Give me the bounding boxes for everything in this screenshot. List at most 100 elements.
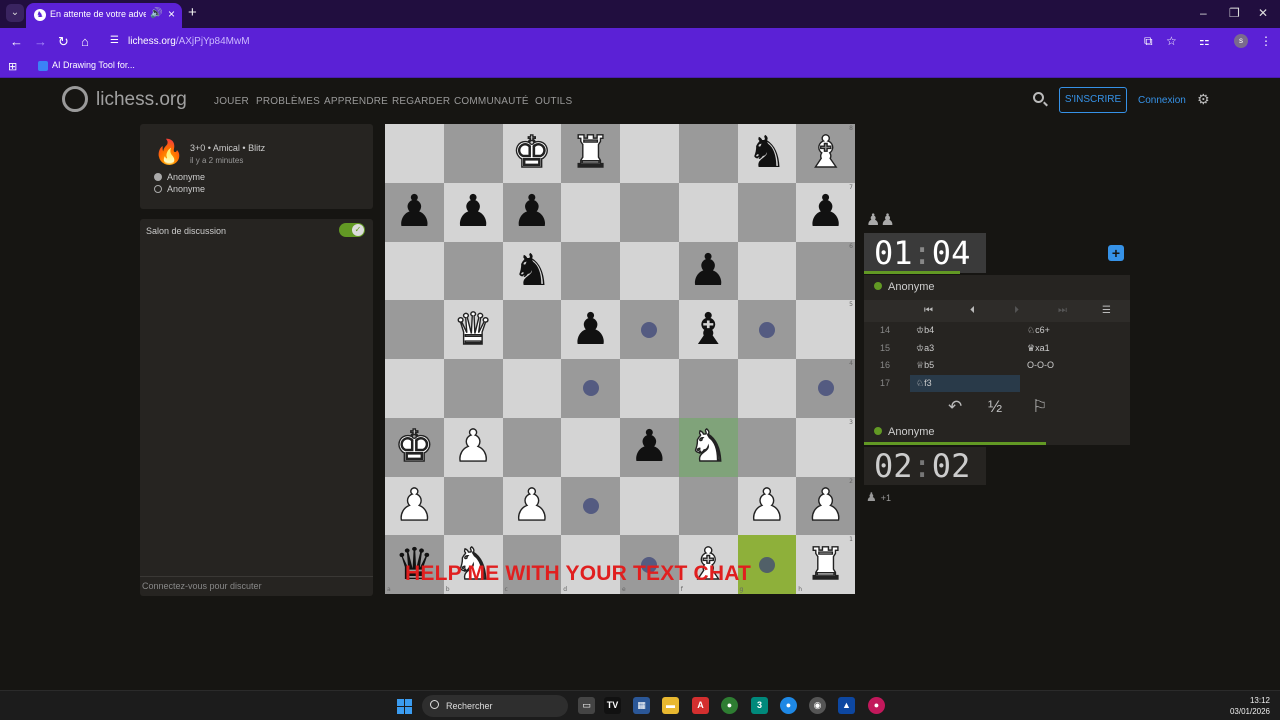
white-piece[interactable]: ♟ bbox=[394, 483, 435, 528]
resign-flag-icon[interactable]: ⚐ bbox=[1032, 397, 1047, 417]
square-b8[interactable] bbox=[443, 124, 503, 183]
taskbar-search[interactable]: Rechercher bbox=[422, 695, 568, 717]
home-icon[interactable]: ⌂ bbox=[81, 34, 89, 49]
square-b2[interactable] bbox=[443, 476, 503, 536]
black-piece[interactable]: ♞ bbox=[747, 131, 786, 175]
chat-input[interactable]: Connectez-vous pour discuter bbox=[140, 576, 373, 596]
square-b6[interactable] bbox=[443, 241, 503, 301]
bookmark-star-icon[interactable]: ☆ bbox=[1166, 34, 1177, 48]
white-piece[interactable]: ♚ bbox=[511, 130, 552, 175]
square-c2[interactable]: ♟ bbox=[502, 476, 562, 536]
nav-watch[interactable]: REGARDER bbox=[392, 96, 450, 107]
square-g3[interactable] bbox=[737, 417, 797, 477]
square-h7[interactable]: ♟ 7 bbox=[796, 182, 855, 242]
tradingview-icon[interactable]: TV bbox=[604, 697, 621, 714]
white-piece[interactable]: ♟ bbox=[805, 483, 846, 528]
profile-avatar[interactable]: s bbox=[1234, 34, 1248, 48]
nav-play[interactable]: JOUER bbox=[214, 96, 249, 107]
nav-tools[interactable]: OUTILS bbox=[535, 96, 572, 107]
player-top[interactable]: Anonyme bbox=[874, 281, 934, 293]
square-c7[interactable]: ♟ bbox=[502, 182, 562, 242]
photos-icon[interactable]: ▲ bbox=[838, 697, 855, 714]
new-tab-button[interactable]: + bbox=[188, 4, 197, 21]
browser-menu-icon[interactable]: ⋮ bbox=[1260, 34, 1272, 48]
game-player-white[interactable]: Anonyme bbox=[154, 172, 205, 182]
browser-tab-active[interactable]: ♞ En attente de votre adversaire 🔊 × bbox=[26, 3, 182, 28]
legal-move-dot[interactable] bbox=[817, 380, 834, 397]
forward-icon[interactable]: → bbox=[34, 34, 47, 49]
square-h3[interactable]: 3 bbox=[796, 417, 855, 477]
app-3-icon[interactable]: 3 bbox=[751, 697, 768, 714]
square-e5[interactable] bbox=[620, 300, 679, 359]
square-a7[interactable]: ♟ bbox=[385, 182, 444, 242]
nav-community[interactable]: COMMUNAUTÉ bbox=[454, 96, 529, 107]
black-piece[interactable]: ♟ bbox=[630, 425, 669, 469]
square-h4[interactable]: 4 bbox=[796, 359, 855, 418]
lichess-logo-icon[interactable] bbox=[62, 86, 88, 112]
chrome-profile-icon[interactable]: ● bbox=[780, 697, 797, 714]
square-d2[interactable] bbox=[561, 476, 620, 536]
apps-grid-icon[interactable]: ⊞ bbox=[8, 60, 17, 73]
menu-icon[interactable]: ☰ bbox=[1102, 305, 1111, 316]
square-c5[interactable] bbox=[502, 300, 562, 359]
square-e8[interactable] bbox=[620, 124, 679, 183]
square-b5[interactable]: ♛ bbox=[443, 300, 503, 359]
tab-audio-icon[interactable]: 🔊 bbox=[150, 8, 162, 19]
tab-search-icon[interactable]: ⌄ bbox=[6, 4, 24, 22]
square-f8[interactable] bbox=[678, 124, 738, 183]
white-move[interactable]: ♔a3 bbox=[916, 343, 934, 354]
system-clock[interactable]: 13:12 03/01/2026 bbox=[1222, 695, 1270, 717]
black-move[interactable]: O-O-O bbox=[1027, 360, 1054, 370]
square-f4[interactable] bbox=[678, 359, 738, 418]
black-piece[interactable]: ♟ bbox=[453, 190, 492, 234]
legal-move-dot[interactable] bbox=[582, 497, 599, 514]
first-move-icon[interactable]: ⏮ bbox=[924, 305, 933, 316]
url-text[interactable]: lichess.org/AXjPjYp84MwM bbox=[128, 36, 250, 47]
store-icon[interactable]: ▦ bbox=[633, 697, 650, 714]
white-piece[interactable]: ♝ bbox=[805, 130, 846, 175]
white-piece[interactable]: ♚ bbox=[394, 424, 435, 469]
tab-close-icon[interactable]: × bbox=[168, 7, 175, 21]
black-piece[interactable]: ♟ bbox=[806, 190, 845, 234]
square-g7[interactable] bbox=[737, 182, 797, 242]
black-piece[interactable]: ♝ bbox=[688, 307, 727, 352]
file-explorer-icon[interactable]: ▬ bbox=[662, 697, 679, 714]
square-a4[interactable] bbox=[385, 359, 444, 418]
square-c3[interactable] bbox=[502, 417, 562, 477]
address-bar[interactable]: ☰ lichess.org/AXjPjYp84MwM bbox=[104, 31, 1190, 53]
minimize-icon[interactable]: – bbox=[1200, 6, 1207, 20]
square-e6[interactable] bbox=[620, 241, 679, 301]
white-piece[interactable]: ♟ bbox=[511, 483, 552, 528]
add-time-button[interactable]: + bbox=[1108, 245, 1124, 261]
gear-icon[interactable]: ⚙ bbox=[1197, 91, 1210, 108]
square-f5[interactable]: ♝ bbox=[678, 300, 738, 359]
legal-move-dot[interactable] bbox=[582, 380, 599, 397]
black-piece[interactable]: ♞ bbox=[512, 248, 551, 293]
windows-start-icon[interactable] bbox=[397, 699, 412, 714]
back-icon[interactable]: ← bbox=[10, 34, 23, 49]
app-icon[interactable]: ◉ bbox=[809, 697, 826, 714]
square-c4[interactable] bbox=[502, 359, 562, 418]
chrome-icon[interactable]: ● bbox=[721, 697, 738, 714]
site-info-icon[interactable]: ☰ bbox=[110, 35, 119, 46]
player-bottom[interactable]: Anonyme bbox=[874, 426, 934, 438]
square-f7[interactable] bbox=[678, 182, 738, 242]
square-d5[interactable]: ♟ bbox=[561, 300, 620, 359]
white-piece[interactable]: ♛ bbox=[453, 306, 494, 351]
square-h1[interactable]: ♜ 1 h bbox=[796, 535, 855, 594]
white-piece[interactable]: ♜ bbox=[805, 541, 846, 586]
square-d4[interactable] bbox=[561, 359, 620, 418]
white-piece[interactable]: ♜ bbox=[570, 130, 611, 175]
square-g2[interactable]: ♟ bbox=[737, 476, 797, 536]
square-e2[interactable] bbox=[620, 476, 679, 536]
extensions-icon[interactable]: ⚏ bbox=[1199, 34, 1210, 48]
square-d7[interactable] bbox=[561, 182, 620, 242]
square-g6[interactable] bbox=[737, 241, 797, 301]
square-h2[interactable]: ♟ 2 bbox=[796, 476, 855, 536]
square-f3[interactable]: ♞ bbox=[678, 417, 738, 477]
black-piece[interactable]: ♟ bbox=[571, 307, 610, 352]
search-icon[interactable] bbox=[1033, 92, 1044, 103]
square-a8[interactable] bbox=[385, 124, 444, 183]
signup-button[interactable]: S'INSCRIRE bbox=[1059, 87, 1127, 113]
site-logo[interactable]: lichess.org bbox=[96, 89, 187, 111]
